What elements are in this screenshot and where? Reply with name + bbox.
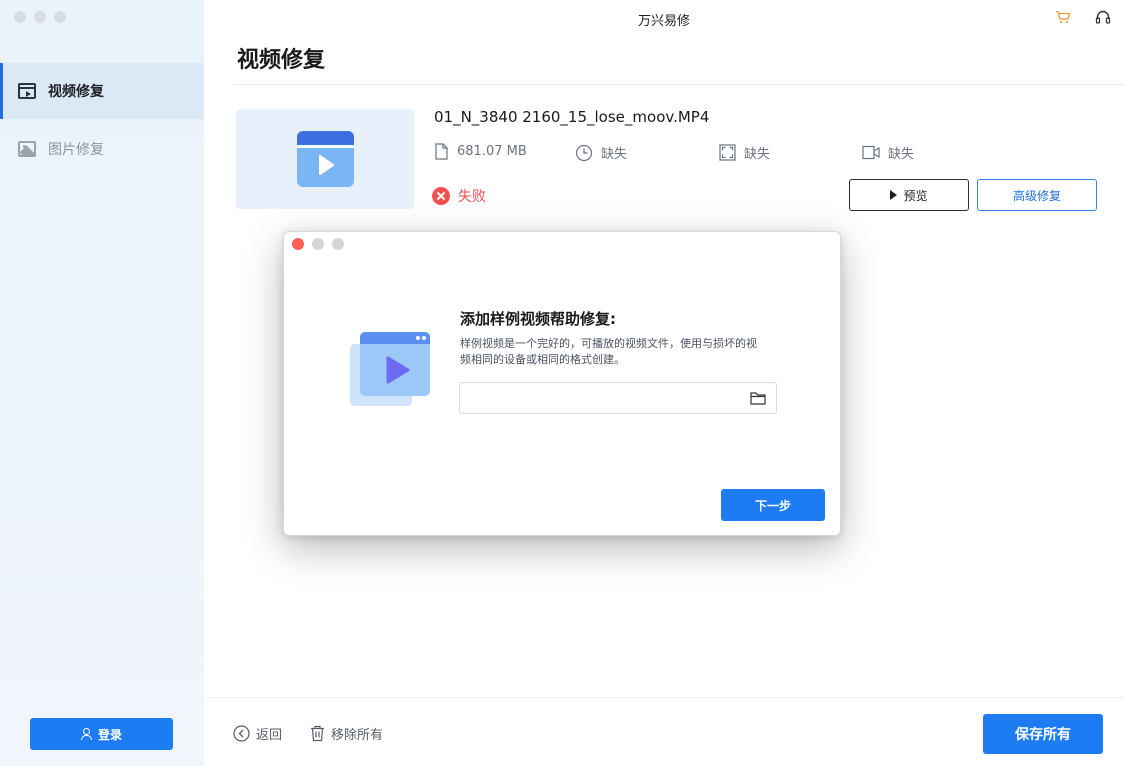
login-label: 登录: [97, 727, 122, 742]
video-file-icon: [297, 131, 354, 187]
app-title: 万兴易修: [637, 14, 690, 29]
file-camera-value: 缺失: [888, 147, 915, 162]
dialog-description: 样例视频是一个完好的，可播放的视频文件，使用与损坏的视频相同的设备或相同的格式创…: [460, 337, 757, 366]
file-icon: [435, 143, 448, 160]
remove-all-button[interactable]: 移除所有: [310, 724, 383, 743]
title-divider: [234, 84, 1124, 85]
preview-button[interactable]: 预览: [849, 179, 969, 211]
sample-video-path-input[interactable]: [468, 389, 738, 409]
save-all-button[interactable]: 保存所有: [983, 714, 1103, 754]
next-step-button[interactable]: 下一步: [721, 489, 825, 521]
video-icon: [18, 83, 36, 99]
image-icon: [18, 141, 36, 157]
sidebar-item-label: 图片修复: [48, 142, 104, 158]
advanced-repair-button[interactable]: 高级修复: [977, 179, 1097, 211]
file-name: 01_N_3840 2160_15_lose_moov.MP4: [434, 108, 710, 126]
dialog-minimize-button[interactable]: [312, 238, 324, 250]
sidebar: 视频修复 图片修复 登录: [0, 0, 204, 766]
footer-divider: [204, 697, 1124, 698]
file-size-value: 681.07 MB: [457, 144, 527, 159]
error-icon: [432, 187, 450, 205]
dialog-window-controls: [292, 238, 344, 250]
remove-all-label: 移除所有: [331, 728, 384, 743]
back-button[interactable]: 返回: [233, 724, 282, 743]
dialog-zoom-button[interactable]: [332, 238, 344, 250]
preview-label: 预览: [903, 188, 928, 203]
minimize-window-button[interactable]: [34, 11, 46, 23]
camera-icon: [862, 145, 880, 160]
file-camera: 缺失: [862, 143, 914, 162]
sidebar-item-label: 视频修复: [48, 84, 104, 100]
sample-video-dialog: 添加样例视频帮助修复: 样例视频是一个完好的，可播放的视频文件，使用与损坏的视频…: [283, 231, 841, 536]
folder-icon[interactable]: [750, 391, 766, 405]
trash-icon: [311, 725, 324, 742]
back-icon: [233, 725, 250, 742]
cart-icon[interactable]: [1055, 10, 1071, 24]
sidebar-item-image-repair[interactable]: 图片修复: [0, 121, 204, 177]
file-size: 681.07 MB: [434, 143, 527, 160]
dialog-close-button[interactable]: [292, 238, 304, 250]
repair-status: 失败: [432, 186, 486, 206]
sidebar-item-video-repair[interactable]: 视频修复: [0, 63, 204, 119]
file-resolution: 缺失: [719, 143, 770, 162]
dialog-heading: 添加样例视频帮助修复:: [460, 310, 616, 328]
status-text: 失败: [458, 189, 486, 205]
sample-video-path-field: [459, 382, 777, 414]
window-controls: [14, 11, 66, 23]
file-duration-value: 缺失: [601, 147, 628, 162]
clock-icon: [575, 144, 593, 161]
file-resolution-value: 缺失: [744, 147, 771, 162]
back-label: 返回: [256, 728, 283, 743]
zoom-window-button[interactable]: [54, 11, 66, 23]
page-title: 视频修复: [237, 48, 326, 73]
file-duration: 缺失: [575, 143, 627, 162]
play-icon: [890, 190, 898, 200]
close-window-button[interactable]: [14, 11, 26, 23]
headset-icon[interactable]: [1095, 10, 1111, 25]
user-icon: [80, 728, 92, 740]
login-button[interactable]: 登录: [30, 718, 173, 750]
resolution-icon: [719, 144, 736, 161]
sample-video-illustration: [350, 332, 430, 406]
